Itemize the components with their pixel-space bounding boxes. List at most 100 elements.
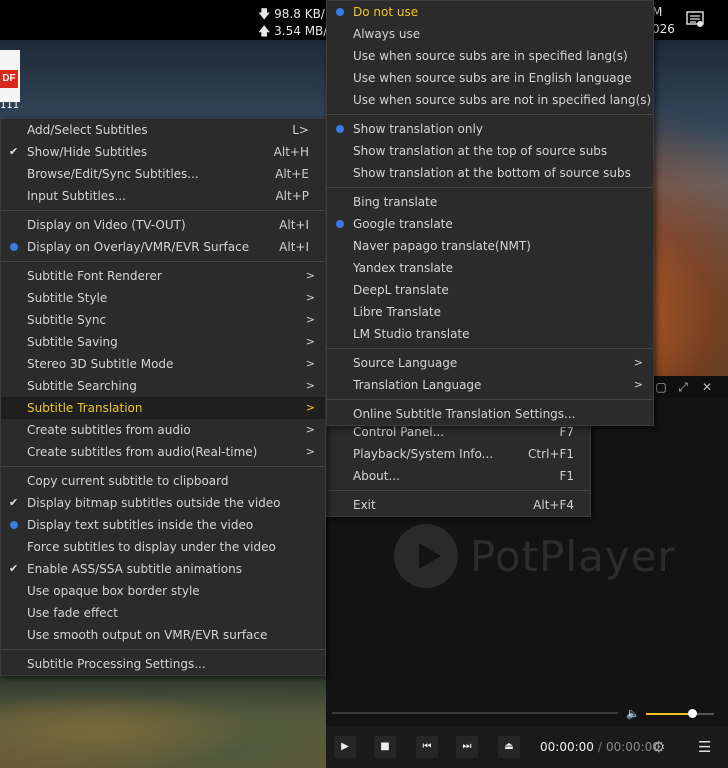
menu-item-naver[interactable]: Naver papago translate(NMT) <box>327 235 653 257</box>
download-arrow-icon: 🡇 <box>258 7 271 21</box>
menu-item-create-from-audio[interactable]: Create subtitles from audio > <box>1 419 325 441</box>
menu-item-deepl[interactable]: DeepL translate <box>327 279 653 301</box>
upload-arrow-icon: 🡅 <box>258 24 271 38</box>
menu-item-exit[interactable]: Exit Alt+F4 <box>327 494 590 516</box>
menu-item-subtitle-style[interactable]: Subtitle Style > <box>1 287 325 309</box>
menu-separator <box>1 646 325 653</box>
menu-item-subtitle-sync[interactable]: Subtitle Sync > <box>1 309 325 331</box>
submenu-arrow-icon: > <box>305 445 315 458</box>
menu-item-subtitle-translation[interactable]: Subtitle Translation > <box>1 397 325 419</box>
time-display: 00:00:00/00:00:00 <box>540 740 660 754</box>
menu-item-always-use[interactable]: Always use <box>327 23 653 45</box>
menu-item-smooth-output[interactable]: Use smooth output on VMR/EVR surface <box>1 624 325 646</box>
desktop-file-label: 111 <box>0 100 20 111</box>
menu-item-source-language[interactable]: Source Language > <box>327 352 653 374</box>
stop-button[interactable]: ■ <box>374 736 396 758</box>
close-icon[interactable]: ✕ <box>700 380 714 394</box>
submenu-arrow-icon: > <box>305 291 315 304</box>
check-icon: ✔ <box>9 145 19 158</box>
submenu-arrow-icon: > <box>305 423 315 436</box>
menu-item-use-specified-lang[interactable]: Use when source subs are in specified la… <box>327 45 653 67</box>
control-bar: ▶ ■ ⏮ ⏭ ⏏ 00:00:00/00:00:00 ⚙ ☰ <box>326 726 728 768</box>
menu-item-browse-edit-sync[interactable]: Browse/Edit/Sync Subtitles... Alt+E <box>1 163 325 185</box>
menu-item-translation-language[interactable]: Translation Language > <box>327 374 653 396</box>
menu-item-text-inside[interactable]: Display text subtitles inside the video <box>1 514 325 536</box>
menu-item-add-select-subtitles[interactable]: Add/Select Subtitles L> <box>1 119 325 141</box>
menu-item-use-english[interactable]: Use when source subs are in English lang… <box>327 67 653 89</box>
menu-separator <box>1 463 325 470</box>
volume-fill <box>646 713 693 715</box>
net-upload-speed: 🡅 3.54 MB/ <box>258 24 328 38</box>
menu-item-google[interactable]: Google translate <box>327 213 653 235</box>
translation-submenu: Do not use Always use Use when source su… <box>326 0 654 426</box>
menu-item-display-on-video[interactable]: Display on Video (TV-OUT) Alt+I <box>1 214 325 236</box>
menu-item-about[interactable]: About... F1 <box>327 465 590 487</box>
menu-item-subtitle-saving[interactable]: Subtitle Saving > <box>1 331 325 353</box>
menu-item-yandex[interactable]: Yandex translate <box>327 257 653 279</box>
menu-item-processing-settings[interactable]: Subtitle Processing Settings... <box>1 653 325 675</box>
desktop-wallpaper-foreground <box>0 676 326 768</box>
subtitles-menu: Add/Select Subtitles L> ✔ Show/Hide Subtit… <box>0 118 326 676</box>
eject-button[interactable]: ⏏ <box>498 736 520 758</box>
restore-icon[interactable]: ▢ <box>654 380 668 394</box>
menu-item-show-hide-subtitles[interactable]: ✔ Show/Hide Subtitles Alt+H <box>1 141 325 163</box>
notification-icon[interactable] <box>686 11 704 27</box>
submenu-arrow-icon: > <box>305 401 315 414</box>
potplayer-logo: PotPlayer <box>394 524 676 588</box>
menu-separator <box>1 207 325 214</box>
volume-knob[interactable] <box>688 709 698 718</box>
submenu-arrow-icon: > <box>305 335 315 348</box>
menu-separator <box>1 258 325 265</box>
menu-item-bing[interactable]: Bing translate <box>327 191 653 213</box>
menu-item-opaque-box[interactable]: Use opaque box border style <box>1 580 325 602</box>
volume-icon[interactable]: 🔈 <box>626 707 640 720</box>
fullscreen-icon[interactable]: ⤢ <box>676 380 690 394</box>
menu-item-subtitle-searching[interactable]: Subtitle Searching > <box>1 375 325 397</box>
radio-selected-icon <box>10 521 18 529</box>
menu-item-input-subtitles[interactable]: Input Subtitles... Alt+P <box>1 185 325 207</box>
next-button[interactable]: ⏭ <box>456 736 478 758</box>
seek-bar[interactable] <box>332 712 618 714</box>
play-logo-icon <box>394 524 458 588</box>
clock-date[interactable]: 026 <box>652 22 675 36</box>
menu-separator <box>327 396 653 403</box>
submenu-arrow-icon: > <box>633 378 643 391</box>
menu-item-translation-only[interactable]: Show translation only <box>327 118 653 140</box>
menu-item-translation-bottom[interactable]: Show translation at the bottom of source… <box>327 162 653 184</box>
submenu-arrow-icon: > <box>305 269 315 282</box>
logo-text: PotPlayer <box>470 531 676 581</box>
menu-item-ass-animations[interactable]: ✔ Enable ASS/SSA subtitle animations <box>1 558 325 580</box>
player-context-menu: Control Panel... F7 Playback/System Info.… <box>326 420 591 517</box>
menu-item-fade-effect[interactable]: Use fade effect <box>1 602 325 624</box>
submenu-arrow-icon: > <box>305 357 315 370</box>
check-icon: ✔ <box>9 562 19 575</box>
time-separator: / <box>597 740 602 754</box>
submenu-arrow-icon: > <box>305 313 315 326</box>
menu-item-do-not-use[interactable]: Do not use <box>327 1 653 23</box>
menu-item-lm-studio[interactable]: LM Studio translate <box>327 323 653 345</box>
menu-item-stereo-3d[interactable]: Stereo 3D Subtitle Mode > <box>1 353 325 375</box>
menu-separator <box>327 184 653 191</box>
menu-item-create-from-audio-realtime[interactable]: Create subtitles from audio(Real-time) > <box>1 441 325 463</box>
submenu-arrow-icon: > <box>305 379 315 392</box>
menu-item-libre[interactable]: Libre Translate <box>327 301 653 323</box>
radio-selected-icon <box>336 220 344 228</box>
play-button[interactable]: ▶ <box>334 736 356 758</box>
time-current: 00:00:00 <box>540 740 594 754</box>
menu-separator <box>327 487 590 494</box>
menu-item-use-not-specified[interactable]: Use when source subs are not in specifie… <box>327 89 653 111</box>
gear-icon[interactable]: ⚙ <box>652 738 665 756</box>
menu-item-display-on-overlay[interactable]: Display on Overlay/VMR/EVR Surface Alt+I <box>1 236 325 258</box>
radio-selected-icon <box>336 125 344 133</box>
menu-item-copy-subtitle[interactable]: Copy current subtitle to clipboard <box>1 470 325 492</box>
previous-button[interactable]: ⏮ <box>416 736 438 758</box>
menu-item-force-under[interactable]: Force subtitles to display under the vid… <box>1 536 325 558</box>
menu-item-font-renderer[interactable]: Subtitle Font Renderer > <box>1 265 325 287</box>
submenu-arrow-icon: > <box>633 356 643 369</box>
menu-item-playback-info[interactable]: Playback/System Info... Ctrl+F1 <box>327 443 590 465</box>
menu-icon[interactable]: ☰ <box>698 738 711 756</box>
menu-item-translation-top[interactable]: Show translation at the top of source su… <box>327 140 653 162</box>
radio-selected-icon <box>10 243 18 251</box>
menu-item-online-translation-settings[interactable]: Online Subtitle Translation Settings... <box>327 403 653 425</box>
menu-item-bitmap-outside[interactable]: ✔ Display bitmap subtitles outside the vi… <box>1 492 325 514</box>
